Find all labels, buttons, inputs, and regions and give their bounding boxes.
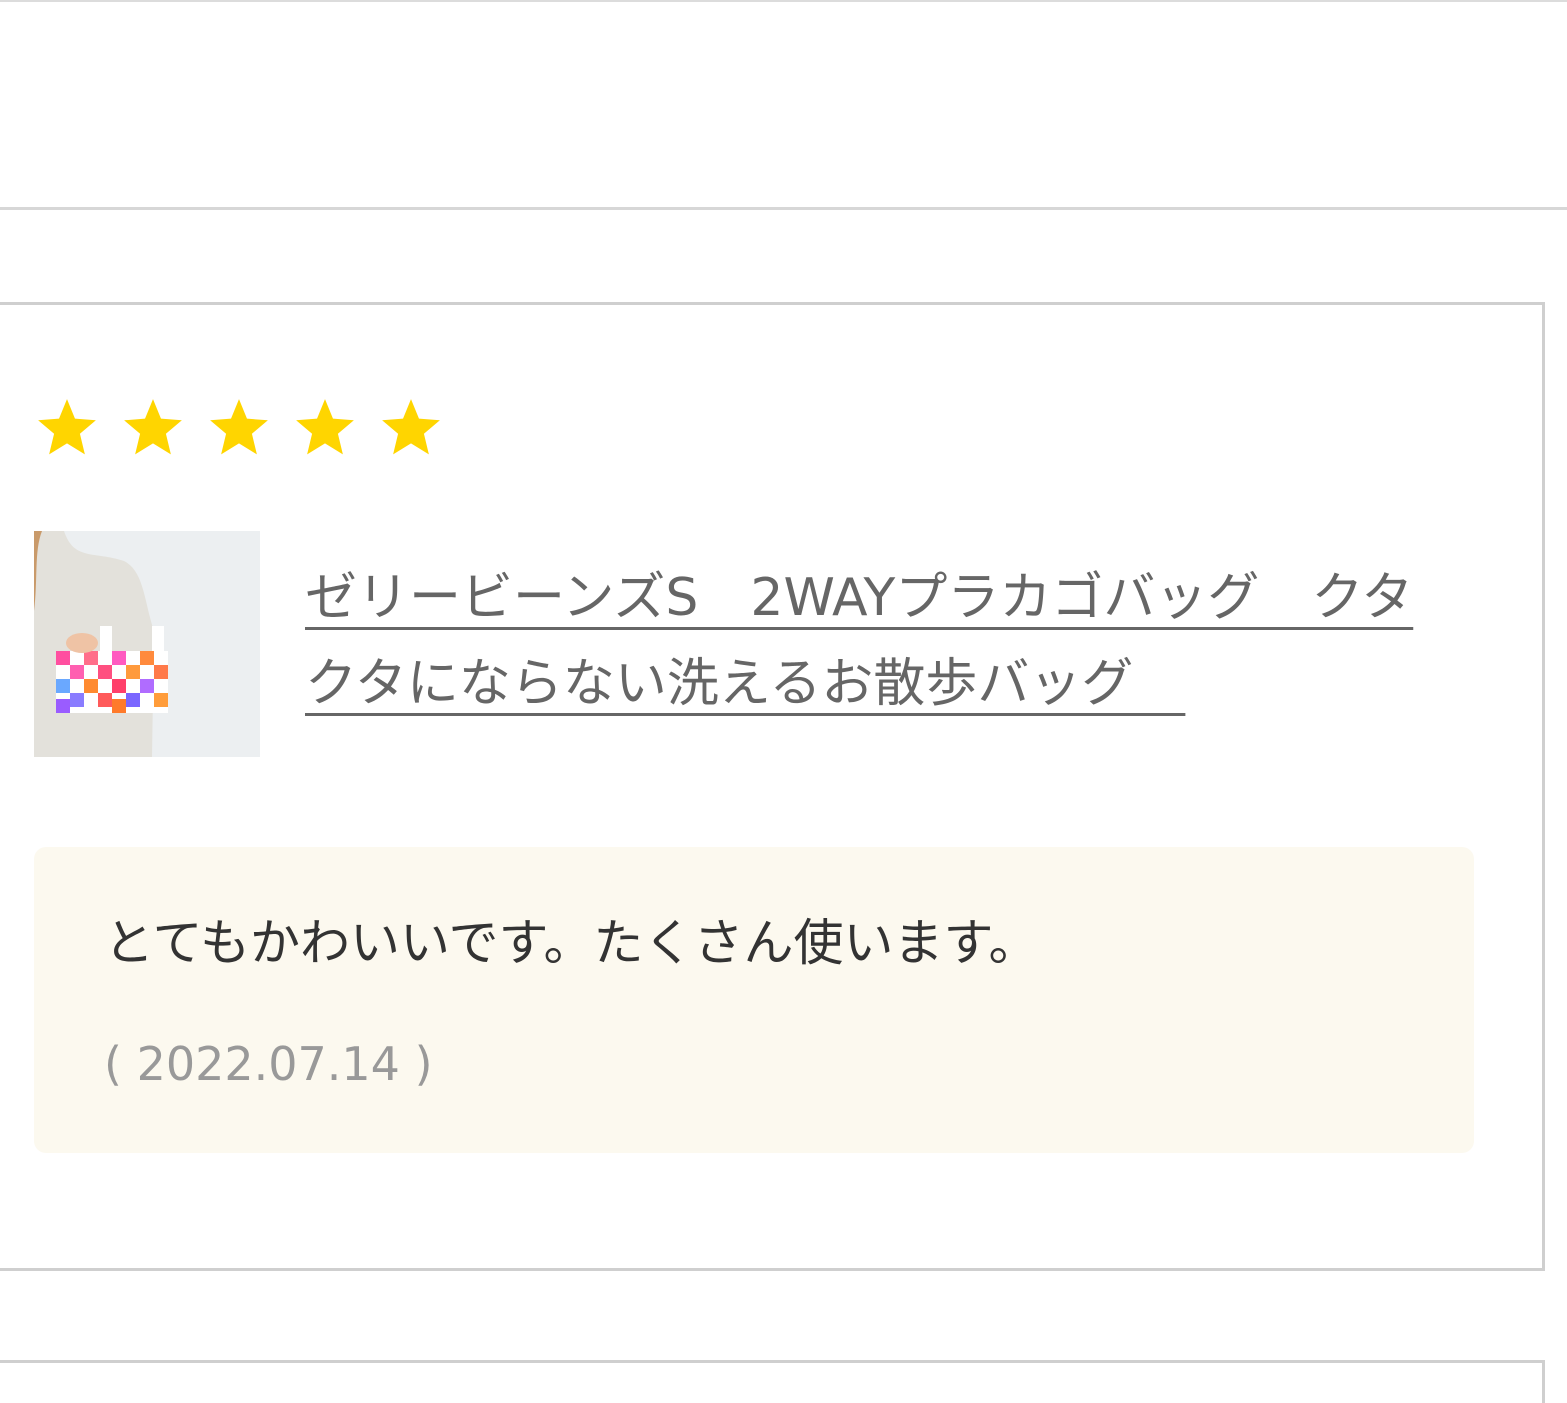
review-comment-box: とてもかわいいです。たくさん使います。 ( 2022.07.14 ) bbox=[34, 847, 1474, 1153]
star-icon bbox=[377, 393, 463, 463]
top-divider bbox=[0, 0, 1567, 2]
star-icon bbox=[119, 393, 205, 463]
review-card: ゼリービーンズS 2WAYプラカゴバッグ クタクタにならない洗えるお散歩バッグ … bbox=[0, 302, 1545, 1271]
review-date: ( 2022.07.14 ) bbox=[104, 1037, 433, 1091]
product-thumbnail[interactable] bbox=[34, 531, 260, 757]
section-divider bbox=[0, 207, 1567, 210]
product-title-link[interactable]: ゼリービーンズS 2WAYプラカゴバッグ クタクタにならない洗えるお散歩バッグ bbox=[305, 555, 1435, 727]
review-comment: とてもかわいいです。たくさん使います。 bbox=[104, 914, 1039, 972]
bag-photo-icon bbox=[34, 531, 260, 757]
next-review-card bbox=[0, 1360, 1545, 1403]
star-icon bbox=[33, 393, 119, 463]
star-rating bbox=[33, 393, 463, 463]
star-icon bbox=[291, 393, 377, 463]
star-icon bbox=[205, 393, 291, 463]
